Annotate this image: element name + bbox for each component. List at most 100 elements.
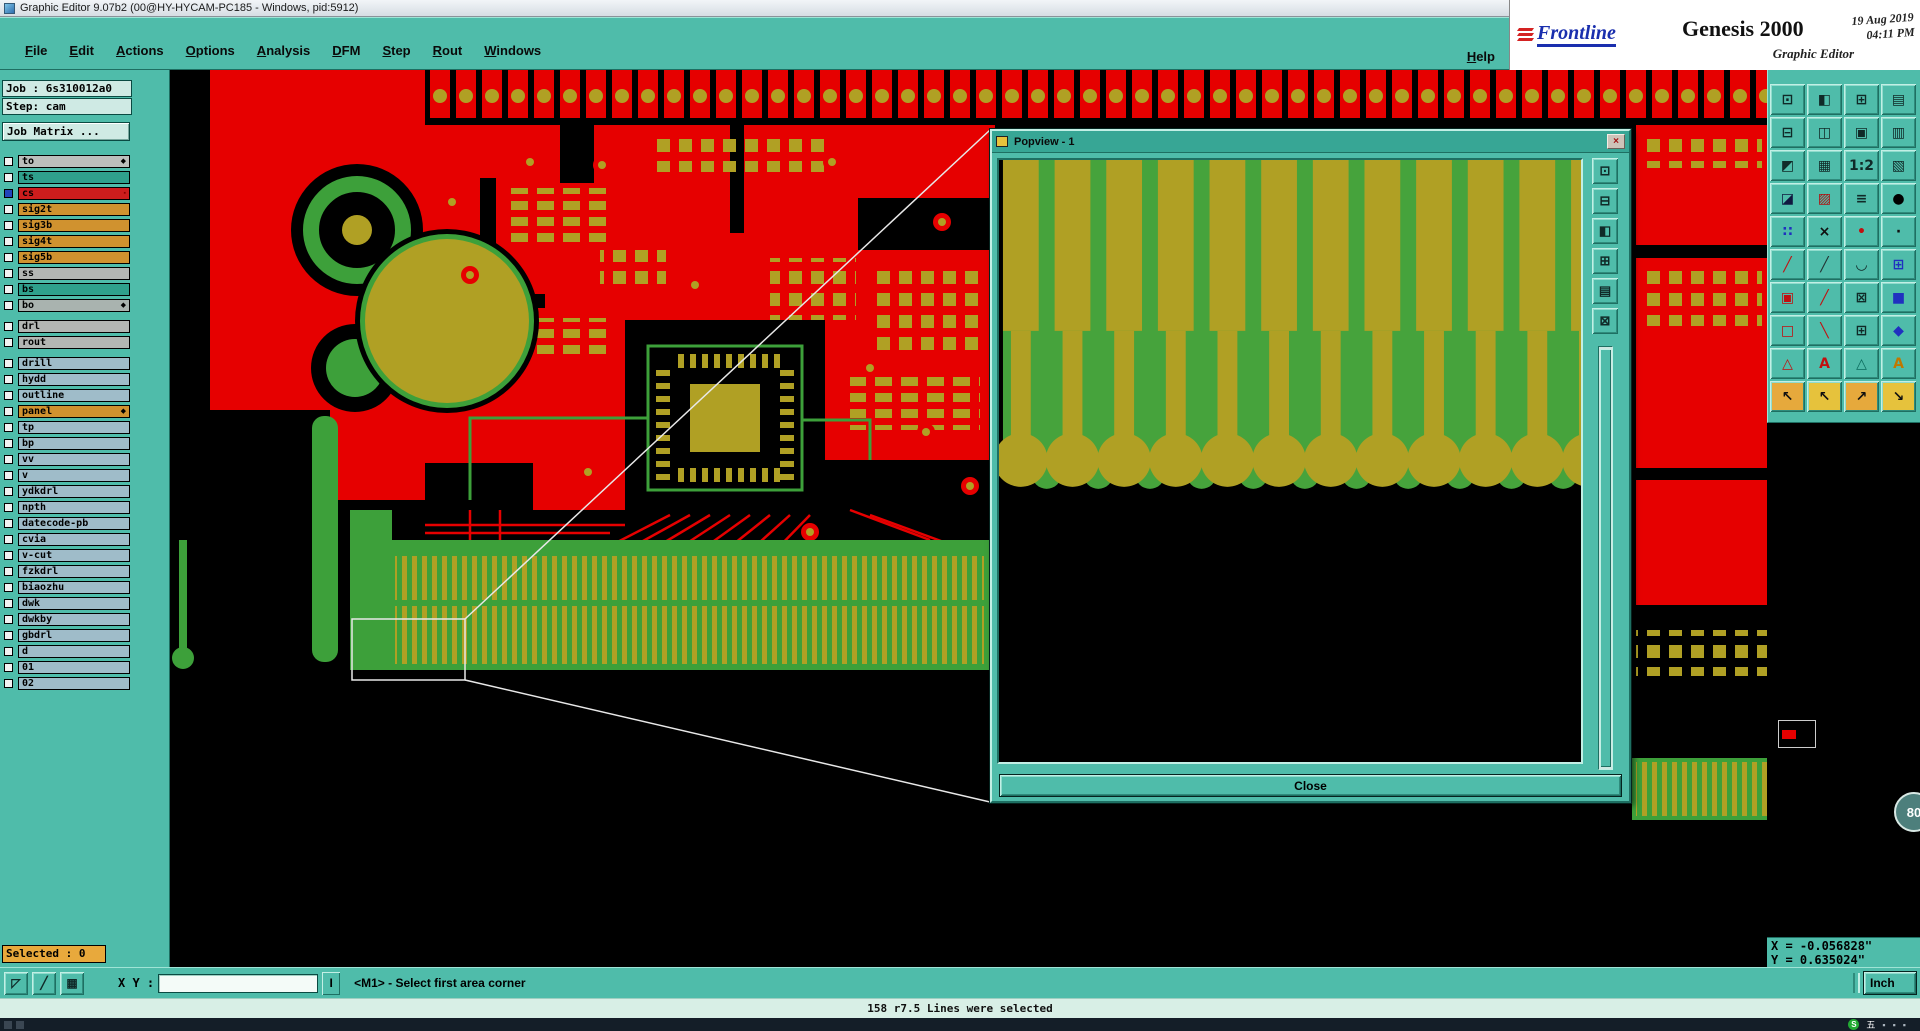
menu-item[interactable]: Actions	[105, 41, 175, 60]
layer-row[interactable]: cvia	[4, 532, 164, 547]
layer-row[interactable]: dwkby	[4, 612, 164, 627]
layer-row[interactable]: sig2t	[4, 202, 164, 217]
layer-checkbox[interactable]	[4, 269, 13, 278]
layer-bar[interactable]: drl	[18, 320, 130, 333]
layer-checkbox[interactable]	[4, 455, 13, 464]
grip-handle[interactable]	[1853, 973, 1860, 993]
popview-grid-button[interactable]: ⊞	[1592, 248, 1618, 274]
layer-row[interactable]: v	[4, 468, 164, 483]
select-add-button[interactable]: ↖	[1807, 381, 1842, 412]
layer-row[interactable]: panel ◆	[4, 404, 164, 419]
overlay-layers-button[interactable]: ◪	[1770, 183, 1805, 214]
layer-row[interactable]: sig5b	[4, 250, 164, 265]
layer-bar[interactable]: biaozhu	[18, 581, 130, 594]
blue-points-button[interactable]: ∷	[1770, 216, 1805, 247]
screen-view-button[interactable]: ⊡	[1770, 84, 1805, 115]
popview-clear-button[interactable]: ⊠	[1592, 308, 1618, 334]
layer-checkbox[interactable]	[4, 663, 13, 672]
zoom-ratio-button[interactable]: 1:2	[1844, 150, 1879, 181]
dashed-line-button[interactable]: ≡	[1844, 183, 1879, 214]
layer-row[interactable]: sig4t	[4, 234, 164, 249]
layer-row[interactable]: hydd	[4, 372, 164, 387]
dual-view-button[interactable]: ◫	[1807, 117, 1842, 148]
layer-row[interactable]: 02	[4, 676, 164, 691]
red-backslash-button[interactable]: ╲	[1807, 315, 1842, 346]
popview-scrollbar[interactable]	[1597, 346, 1613, 770]
layer-row[interactable]: biaozhu	[4, 580, 164, 595]
popview-rows-button[interactable]: ▤	[1592, 278, 1618, 304]
monitor-view-button[interactable]: ◧	[1807, 84, 1842, 115]
popview-close-icon[interactable]: ×	[1607, 134, 1625, 149]
layer-checkbox[interactable]	[4, 487, 13, 496]
swap-view-button[interactable]: ⊞	[1844, 84, 1879, 115]
red-pad-button[interactable]: ▣	[1770, 282, 1805, 313]
layer-row[interactable]: bs	[4, 282, 164, 297]
layer-row[interactable]: ydkdrl	[4, 484, 164, 499]
layer-bar[interactable]: hydd	[18, 373, 130, 386]
layer-bar[interactable]: d	[18, 645, 130, 658]
red-slope-button[interactable]: ╱	[1807, 282, 1842, 313]
hatch-view-button[interactable]: ▧	[1881, 150, 1916, 181]
layer-row[interactable]: bo ◆	[4, 298, 164, 313]
menu-item[interactable]: Analysis	[246, 41, 321, 60]
mesh-view-button[interactable]: ▦	[1807, 150, 1842, 181]
layer-bar[interactable]: sig5b	[18, 251, 130, 264]
pan-view-button[interactable]: ⊟	[1770, 117, 1805, 148]
layer-row[interactable]: datecode-pb	[4, 516, 164, 531]
layer-bar[interactable]: npth	[18, 501, 130, 514]
layer-row[interactable]: fzkdrl	[4, 564, 164, 579]
layer-bar[interactable]: 01	[18, 661, 130, 674]
letter-a-red-button[interactable]: A	[1807, 348, 1842, 379]
red-dot-button[interactable]: •	[1844, 216, 1879, 247]
layer-bar[interactable]: tp	[18, 421, 130, 434]
layer-checkbox[interactable]	[4, 253, 13, 262]
layer-bar[interactable]: outline	[18, 389, 130, 402]
layer-checkbox[interactable]	[4, 338, 13, 347]
menu-item[interactable]: Windows	[473, 41, 552, 60]
layer-checkbox[interactable]	[4, 519, 13, 528]
layer-checkbox[interactable]	[4, 157, 13, 166]
filled-circle-button[interactable]: ●	[1881, 183, 1916, 214]
menu-item[interactable]: Edit	[58, 41, 105, 60]
tray-network-icon[interactable]: ▪	[1903, 1019, 1906, 1031]
layer-checkbox[interactable]	[4, 375, 13, 384]
grid-window-button[interactable]: ⊞	[1844, 315, 1879, 346]
menu-item[interactable]: Options	[175, 41, 246, 60]
popview-screen-button[interactable]: ⊡	[1592, 158, 1618, 184]
popview-pan-button[interactable]: ⊟	[1592, 188, 1618, 214]
layer-row[interactable]: drill	[4, 356, 164, 371]
layer-bar[interactable]: v-cut	[18, 549, 130, 562]
layer-bar[interactable]: vv	[18, 453, 130, 466]
layer-checkbox[interactable]	[4, 221, 13, 230]
layer-row[interactable]: tp	[4, 420, 164, 435]
layer-bar[interactable]: gbdrl	[18, 629, 130, 642]
layer-checkbox[interactable]	[4, 551, 13, 560]
layer-checkbox[interactable]	[4, 301, 13, 310]
triangle-teal-button[interactable]: △	[1844, 348, 1879, 379]
layer-bar[interactable]: to ◆	[18, 155, 130, 168]
layer-checkbox[interactable]	[4, 583, 13, 592]
layer-checkbox[interactable]	[4, 407, 13, 416]
select-cursor-button[interactable]: ↖	[1770, 381, 1805, 412]
layer-checkbox[interactable]	[4, 679, 13, 688]
layer-bar[interactable]: drill	[18, 357, 130, 370]
xy-input[interactable]	[158, 973, 319, 993]
layer-checkbox[interactable]	[4, 322, 13, 331]
layer-bar[interactable]: cvia	[18, 533, 130, 546]
layer-row[interactable]: v-cut	[4, 548, 164, 563]
layer-row[interactable]: ss	[4, 266, 164, 281]
menu-item[interactable]: Step	[371, 41, 421, 60]
layer-checkbox[interactable]	[4, 359, 13, 368]
layer-bar[interactable]: sig4t	[18, 235, 130, 248]
layer-row[interactable]: to ◆	[4, 154, 164, 169]
layer-row[interactable]: bp	[4, 436, 164, 451]
blue-fill-button[interactable]: ■	[1881, 282, 1916, 313]
layer-checkbox[interactable]	[4, 285, 13, 294]
layer-checkbox[interactable]	[4, 535, 13, 544]
layer-bar[interactable]: fzkdrl	[18, 565, 130, 578]
layer-row[interactable]: outline	[4, 388, 164, 403]
layer-row[interactable]: ts	[4, 170, 164, 185]
layer-checkbox[interactable]	[4, 173, 13, 182]
layer-bar[interactable]: sig2t	[18, 203, 130, 216]
layer-checkbox[interactable]	[4, 631, 13, 640]
